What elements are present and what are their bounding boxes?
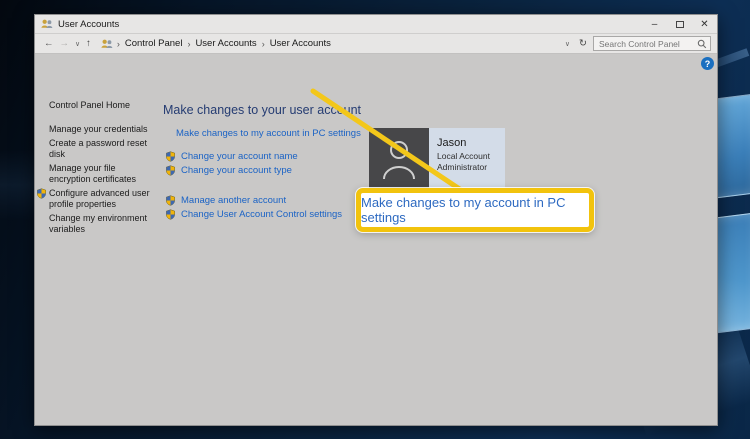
sidebar-item-file-encryption-certificates[interactable]: Manage your file encryption certificates: [49, 163, 157, 185]
maximize-button[interactable]: [667, 15, 692, 33]
page-title: Make changes to your user account: [163, 103, 553, 117]
search-icon[interactable]: [697, 39, 707, 49]
breadcrumb: › Control Panel › User Accounts › User A…: [117, 38, 562, 49]
sidebar-item-advanced-user-profile[interactable]: Configure advanced user profile properti…: [49, 188, 157, 210]
link-label: Change your account type: [181, 165, 292, 176]
minimize-button[interactable]: –: [642, 15, 667, 33]
search-box[interactable]: [593, 36, 711, 51]
avatar: [369, 128, 429, 188]
uac-shield-icon: [36, 188, 47, 199]
back-icon[interactable]: ←: [41, 36, 57, 52]
user-account-tile: Jason Local Account Administrator: [369, 128, 505, 188]
uac-shield-icon: [165, 195, 176, 206]
sidebar-item-manage-credentials[interactable]: Manage your credentials: [49, 124, 157, 135]
up-icon[interactable]: ↑: [83, 36, 94, 52]
uac-shield-icon: [165, 151, 176, 162]
callout-box: Make changes to my account in PC setting…: [356, 188, 594, 232]
close-button[interactable]: ✕: [692, 15, 717, 33]
window-title: User Accounts: [58, 19, 642, 30]
pc-settings-link[interactable]: Make changes to my account in PC setting…: [176, 128, 361, 139]
recent-pages-chevron-icon[interactable]: ∨: [72, 36, 83, 52]
wallpaper-glass-pane: [714, 93, 750, 198]
refresh-icon[interactable]: ↻: [576, 36, 590, 52]
window-content: Control Panel Home Manage your credentia…: [35, 54, 717, 425]
link-label: Change your account name: [181, 151, 298, 162]
titlebar[interactable]: User Accounts – ✕: [35, 15, 717, 34]
user-account-type: Local Account: [437, 151, 490, 162]
search-input[interactable]: [599, 39, 697, 49]
breadcrumb-separator: ›: [117, 39, 120, 49]
breadcrumb-user-accounts[interactable]: User Accounts: [195, 38, 256, 49]
sidebar: Control Panel Home Manage your credentia…: [35, 54, 163, 238]
user-accounts-icon: [40, 18, 53, 30]
wallpaper-glass-pane: [714, 212, 750, 333]
breadcrumb-control-panel[interactable]: Control Panel: [125, 38, 183, 49]
forward-icon[interactable]: →: [57, 36, 73, 52]
maximize-icon: [676, 21, 684, 28]
breadcrumb-app-icon: [100, 38, 113, 50]
breadcrumb-user-accounts-2[interactable]: User Accounts: [270, 38, 331, 49]
sidebar-item-label: Configure advanced user profile properti…: [49, 188, 150, 209]
navigation-bar: ← → ∨ ↑ › Control Panel › User Accounts …: [35, 34, 717, 54]
link-label: Change User Account Control settings: [181, 209, 342, 220]
link-label: Manage another account: [181, 195, 286, 206]
user-silhouette-icon: [378, 135, 420, 181]
user-name: Jason: [437, 137, 490, 149]
user-role: Administrator: [437, 162, 490, 173]
callout-text: Make changes to my account in PC setting…: [361, 195, 589, 225]
breadcrumb-separator: ›: [262, 39, 265, 49]
sidebar-item-environment-variables[interactable]: Change my environment variables: [49, 213, 157, 235]
sidebar-item-control-panel-home[interactable]: Control Panel Home: [49, 100, 157, 111]
sidebar-item-password-reset-disk[interactable]: Create a password reset disk: [49, 138, 157, 160]
uac-shield-icon: [165, 165, 176, 176]
breadcrumb-separator: ›: [187, 39, 190, 49]
address-dropdown-icon[interactable]: ∨: [562, 36, 573, 52]
uac-shield-icon: [165, 209, 176, 220]
